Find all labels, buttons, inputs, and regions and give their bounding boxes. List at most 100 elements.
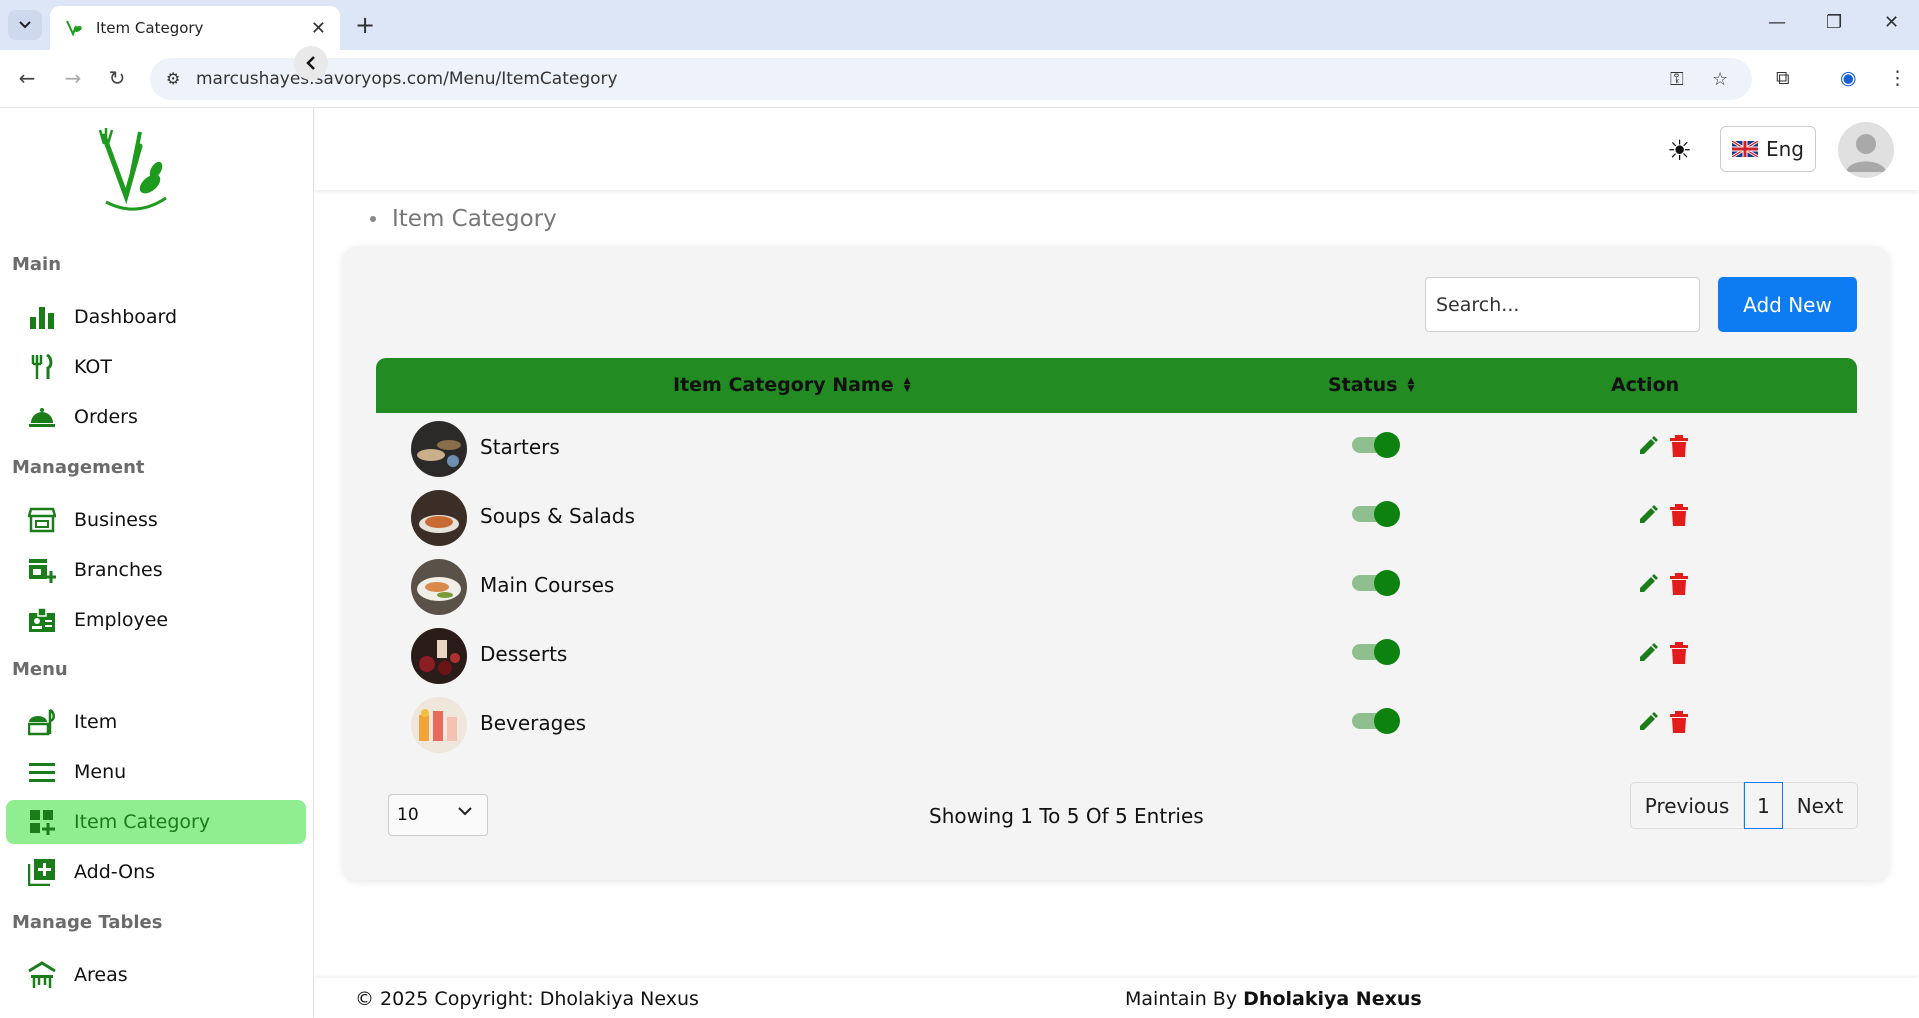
address-bar[interactable]: ⚙ marcushayes.savoryops.com/Menu/ItemCat…	[150, 58, 1752, 100]
column-header-status[interactable]: Status ▲ ▼	[1328, 374, 1414, 396]
status-toggle[interactable]	[1352, 570, 1400, 596]
sidebar-item-business[interactable]: Business	[6, 498, 306, 542]
sidebar-item-orders[interactable]: Orders	[6, 395, 306, 439]
sidebar-item-label: KOT	[74, 356, 112, 378]
section-manage-tables: Manage Tables	[12, 912, 163, 933]
column-header-name[interactable]: Item Category Name ▲ ▼	[673, 374, 911, 396]
library-add-icon	[28, 858, 56, 886]
edit-icon[interactable]	[1637, 711, 1659, 733]
delete-icon[interactable]	[1669, 435, 1689, 457]
page-title: Item Category	[392, 206, 557, 232]
sidebar-item-dashboard[interactable]: Dashboard	[6, 295, 306, 339]
cloche-icon	[28, 403, 56, 431]
delete-icon[interactable]	[1669, 642, 1689, 664]
reload-icon[interactable]: ↻	[104, 66, 130, 90]
avatar[interactable]	[1838, 122, 1894, 178]
table-header: Item Category Name ▲ ▼ Status ▲ ▼ Action	[376, 358, 1857, 413]
table-row: Starters	[376, 413, 1857, 482]
column-label: Item Category Name	[673, 374, 894, 396]
status-toggle[interactable]	[1352, 639, 1400, 665]
back-icon[interactable]: ←	[14, 66, 40, 90]
sidebar-item-label: Item	[74, 711, 118, 733]
sidebar-item-menu[interactable]: Menu	[6, 750, 306, 794]
category-thumbnail	[411, 628, 467, 684]
delete-icon[interactable]	[1669, 573, 1689, 595]
status-toggle[interactable]	[1352, 708, 1400, 734]
language-selector[interactable]: Eng	[1720, 126, 1816, 172]
sidebar-item-label: Branches	[74, 559, 163, 581]
key-icon[interactable]: ⚿	[1670, 69, 1684, 90]
maintained-by-name: Dholakiya Nexus	[1243, 988, 1422, 1010]
site-info-icon[interactable]: ⚙	[166, 69, 180, 88]
sidebar-item-item-category[interactable]: Item Category	[6, 800, 306, 844]
more-menu-icon[interactable]: ⋮	[1888, 67, 1907, 89]
category-name: Soups & Salads	[480, 504, 635, 528]
fork-knife-icon	[28, 353, 56, 381]
sidebar-item-kot[interactable]: KOT	[6, 345, 306, 389]
add-new-button[interactable]: Add New	[1718, 277, 1857, 332]
column-label: Status	[1328, 374, 1398, 396]
sun-icon[interactable]: ☀	[1667, 134, 1692, 167]
delete-icon[interactable]	[1669, 504, 1689, 526]
sidebar-collapse-button[interactable]	[294, 46, 328, 80]
section-menu: Menu	[12, 659, 68, 680]
url-text: marcushayes.savoryops.com/Menu/ItemCateg…	[196, 69, 618, 89]
column-label: Action	[1611, 374, 1680, 396]
footer: © 2025 Copyright: Dholakiya Nexus Mainta…	[315, 978, 1919, 1018]
sidebar-item-label: Menu	[74, 761, 127, 783]
close-window-icon[interactable]: ✕	[1884, 12, 1899, 33]
section-main: Main	[12, 254, 62, 275]
sidebar-item-label: Orders	[74, 406, 138, 428]
next-button[interactable]: Next	[1783, 783, 1857, 828]
minimize-icon[interactable]: —	[1768, 12, 1786, 33]
browser-toolbar: ← → ↻ ⚙ marcushayes.savoryops.com/Menu/I…	[0, 50, 1919, 108]
sidebar: Main Dashboard KOT Orders Management Bus…	[0, 108, 314, 1018]
sidebar-item-add-ons[interactable]: Add-Ons	[6, 850, 306, 894]
category-name: Desserts	[480, 642, 568, 666]
menu-lines-icon	[28, 758, 56, 786]
restore-icon[interactable]: ❐	[1826, 12, 1842, 33]
sidebar-item-areas[interactable]: Areas	[6, 953, 306, 997]
breadcrumb-bullet	[370, 216, 376, 222]
storefront-icon	[28, 506, 56, 534]
table-row: Beverages	[376, 689, 1857, 758]
category-thumbnail	[411, 559, 467, 615]
edit-icon[interactable]	[1637, 642, 1659, 664]
chevron-down-icon	[19, 21, 31, 29]
delete-icon[interactable]	[1669, 711, 1689, 733]
sort-icon[interactable]: ▲ ▼	[1408, 377, 1415, 394]
table-row: Soups & Salads	[376, 482, 1857, 551]
maintained-by: Maintain By Dholakiya Nexus	[1125, 988, 1422, 1010]
search-input[interactable]	[1425, 277, 1700, 332]
browser-tab[interactable]: Item Category ✕	[50, 6, 340, 50]
tab-search-button[interactable]	[8, 10, 42, 40]
column-header-action: Action	[1611, 374, 1679, 396]
previous-button[interactable]: Previous	[1631, 783, 1744, 828]
page-size-select[interactable]: 10	[388, 794, 488, 836]
extensions-icon[interactable]: ⧉	[1776, 67, 1790, 89]
status-toggle[interactable]	[1352, 501, 1400, 527]
sidebar-item-branches[interactable]: Branches	[6, 548, 306, 592]
forward-icon[interactable]: →	[60, 66, 86, 90]
table-area-icon	[28, 961, 56, 989]
edit-icon[interactable]	[1637, 573, 1659, 595]
edit-icon[interactable]	[1637, 435, 1659, 457]
new-tab-button[interactable]: +	[352, 12, 378, 38]
page-1-button[interactable]: 1	[1744, 782, 1783, 829]
section-management: Management	[12, 457, 145, 478]
sort-icon[interactable]: ▲ ▼	[904, 377, 911, 394]
category-name: Starters	[480, 435, 560, 459]
category-name: Beverages	[480, 711, 587, 735]
uk-flag-icon	[1731, 141, 1758, 157]
sidebar-item-employee[interactable]: Employee	[6, 598, 306, 642]
tab-close-icon[interactable]: ✕	[311, 18, 326, 39]
sidebar-item-label: Employee	[74, 609, 169, 631]
user-avatar-icon	[1846, 134, 1886, 172]
sidebar-item-item[interactable]: Item	[6, 700, 306, 744]
bar-chart-icon	[28, 303, 56, 331]
profile-icon[interactable]: ◉	[1840, 67, 1857, 89]
site-favicon-icon	[66, 20, 82, 37]
edit-icon[interactable]	[1637, 504, 1659, 526]
bookmark-star-icon[interactable]: ☆	[1712, 69, 1728, 90]
status-toggle[interactable]	[1352, 432, 1400, 458]
